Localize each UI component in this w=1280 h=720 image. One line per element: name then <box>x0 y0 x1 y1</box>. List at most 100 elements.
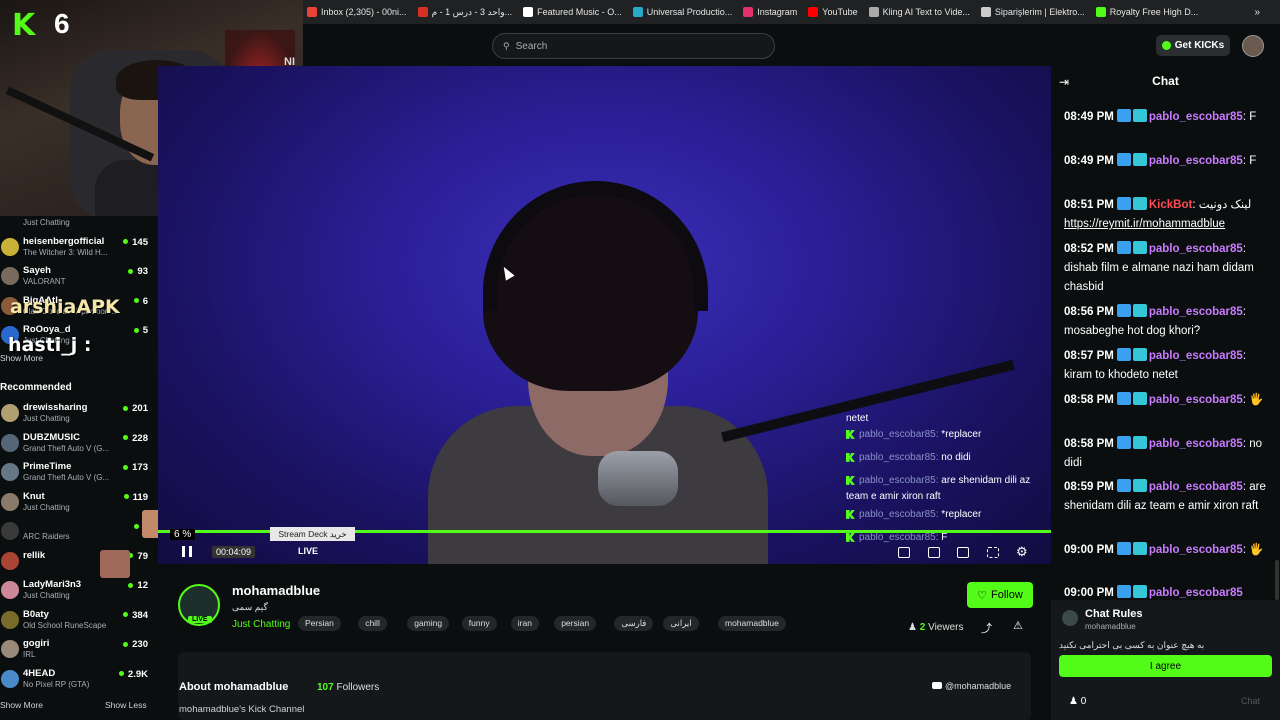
channel-list-item[interactable]: Just Chatting <box>0 204 158 232</box>
settings-gear-icon[interactable]: ⚙ <box>1016 544 1028 560</box>
report-icon[interactable]: ⚠ <box>1013 619 1023 632</box>
bookmark-label: YouTube <box>822 7 858 17</box>
share-icon[interactable]: ⤴ <box>981 620 992 636</box>
channel-list-name: Knut <box>23 490 45 502</box>
tag-chip[interactable]: mohamadblue <box>718 616 786 631</box>
send-chat-button[interactable]: Chat <box>1241 696 1260 706</box>
stream-category[interactable]: Just Chatting <box>232 619 290 630</box>
chat-username[interactable]: pablo_escobar85 <box>1149 350 1243 362</box>
tag-chip[interactable]: persian <box>554 616 597 631</box>
chat-username[interactable]: pablo_escobar85 <box>1149 394 1243 406</box>
tag-chip[interactable]: Persian <box>298 616 341 631</box>
channel-list-item[interactable]: ARC Raiders9 <box>0 518 158 546</box>
tag-chip[interactable]: chill <box>358 616 387 631</box>
bookmark-item[interactable]: Kling AI Text to Vide... <box>868 7 970 17</box>
chat-timestamp: 08:51 PM <box>1064 199 1114 211</box>
channel-list-name: DUBZMUSIC <box>23 431 80 443</box>
moderator-badge-icon <box>1116 348 1131 361</box>
bookmark-item[interactable]: YouTube <box>808 7 858 17</box>
webcam-number: 6 <box>54 8 70 39</box>
chat-username[interactable]: pablo_escobar85 <box>1149 155 1243 167</box>
chat-username[interactable]: pablo_escobar85 <box>1149 544 1243 556</box>
channel-list-item[interactable]: Sayeh VALORANT 93 <box>0 263 158 291</box>
channel-list-game: Just Chatting <box>23 591 70 600</box>
chat-username[interactable]: pablo_escobar85 <box>1149 481 1243 493</box>
channel-list-name: PrimeTime <box>23 461 72 472</box>
bookmark-item[interactable]: Inbox (2,305) - 00ni... <box>307 7 407 17</box>
users-icon: ♟ <box>1069 696 1081 707</box>
channel-list-item[interactable]: drewissharing Just Chatting 201 <box>0 400 158 428</box>
bookmark-item[interactable]: واحد 3 - درس 1 - م... <box>417 7 512 18</box>
channel-list-item[interactable]: PrimeTime Grand Theft Auto V (G... 173 <box>0 459 158 487</box>
channel-list-viewers: 230 <box>123 639 148 650</box>
chat-rules-title: Chat Rules <box>1085 608 1143 620</box>
chat-username[interactable]: pablo_escobar85 <box>1149 243 1243 255</box>
bookmark-item[interactable]: Royalty Free High D... <box>1095 7 1198 17</box>
live-indicator[interactable]: LIVE <box>298 546 318 556</box>
channel-list-item[interactable]: LadyMari3n3 Just Chatting 12 <box>0 577 158 605</box>
clip-icon[interactable] <box>928 547 940 558</box>
channel-avatar <box>1 610 19 629</box>
scrollbar[interactable] <box>1275 560 1279 600</box>
tag-chip[interactable]: ایرانی <box>663 616 699 631</box>
kick-logo: K <box>12 8 36 43</box>
stream-title: گیم سمی <box>232 602 268 612</box>
chat-username[interactable]: KickBot <box>1149 199 1192 211</box>
channel-list-item[interactable]: Knut Just Chatting 119 <box>0 489 158 517</box>
tag-chip[interactable]: فارسی <box>614 616 654 631</box>
bookmark-item[interactable]: Universal Productio... <box>632 7 732 17</box>
search-input[interactable]: ⚲ Search <box>492 33 775 59</box>
follow-button[interactable]: ♡ Follow <box>967 582 1033 608</box>
tag-chip[interactable]: gaming <box>407 616 450 631</box>
channel-list-item[interactable]: heisenbergofficial The Witcher 3: Wild H.… <box>0 234 158 262</box>
channel-name[interactable]: mohamadblue <box>232 583 320 598</box>
video-chat-user: pablo_escobar85: <box>859 475 939 486</box>
chat-username[interactable]: pablo_escobar85 <box>1149 306 1243 318</box>
viewers-label: Viewers <box>928 622 964 633</box>
chat-username[interactable]: pablo_escobar85 <box>1149 587 1243 599</box>
video-player[interactable]: netet pablo_escobar85: *replacer pablo_es… <box>158 66 1051 564</box>
overlay-arshia: arshiaAPK <box>10 296 120 318</box>
overlay-hasti: hasti_j : <box>8 334 92 356</box>
chat-link[interactable]: https://reymit.ir/mohammadblue <box>1064 218 1225 230</box>
get-kicks-button[interactable]: Get KICKs <box>1156 35 1230 56</box>
user-avatar[interactable] <box>1242 35 1264 57</box>
channel-list-viewers: 173 <box>123 462 148 473</box>
channel-list-name: 4HEAD <box>23 667 56 679</box>
moderator-badge-icon <box>1116 436 1131 449</box>
chat-users-count[interactable]: ♟ 0 <box>1069 696 1086 707</box>
channel-list-item[interactable]: DUBZMUSIC Grand Theft Auto V (G... 228 <box>0 430 158 458</box>
youtube-link[interactable]: @mohamadblue <box>932 681 1011 691</box>
channel-list-item[interactable]: gogiri IRL 230 <box>0 636 158 664</box>
tag-chip[interactable]: iran <box>510 616 539 631</box>
channel-list-item[interactable]: B0aty Old School RuneScape 384 <box>0 607 158 635</box>
subscriber-badge-icon <box>1132 436 1147 449</box>
tag-chip[interactable]: funny <box>461 616 497 631</box>
video-chat-line: pablo_escobar85: *replacer <box>846 427 1051 443</box>
show-more-recommended[interactable]: Show More <box>0 700 43 710</box>
bookmark-item[interactable]: Instagram <box>743 7 797 17</box>
bookmark-favicon-icon <box>307 7 317 17</box>
agree-button[interactable]: I agree <box>1059 655 1272 677</box>
channel-list-game: Just Chatting <box>23 502 70 512</box>
chat-username[interactable]: pablo_escobar85 <box>1149 111 1243 123</box>
chat-message: 08:49 PM pablo_escobar85: F <box>1064 108 1272 127</box>
bookmarks-overflow-icon[interactable]: » <box>1254 7 1260 18</box>
bookmark-favicon-icon <box>868 7 879 17</box>
subscriber-badge-icon <box>1132 585 1147 598</box>
bookmark-item[interactable]: Siparişlerim | Elektro... <box>980 7 1085 17</box>
chat-username[interactable]: pablo_escobar85 <box>1149 438 1243 450</box>
about-title: About mohamadblue <box>179 681 289 693</box>
pip-icon[interactable] <box>898 547 910 558</box>
show-less-button[interactable]: Show Less <box>105 700 147 710</box>
get-kicks-label: Get KICKs <box>1174 40 1225 51</box>
channel-list-item[interactable]: rellik 79 <box>0 548 158 576</box>
bookmark-item[interactable]: Featured Music - O... <box>523 7 622 17</box>
bookmark-favicon-icon <box>743 7 754 17</box>
channel-list-item[interactable]: 4HEAD No Pixel RP (GTA) 2.9K <box>0 666 158 694</box>
chat-timestamp: 08:58 PM <box>1064 394 1114 406</box>
fullscreen-icon[interactable] <box>987 547 999 558</box>
pause-icon[interactable] <box>182 546 192 557</box>
video-chat-msg: F <box>941 532 948 543</box>
theater-icon[interactable] <box>957 547 969 558</box>
